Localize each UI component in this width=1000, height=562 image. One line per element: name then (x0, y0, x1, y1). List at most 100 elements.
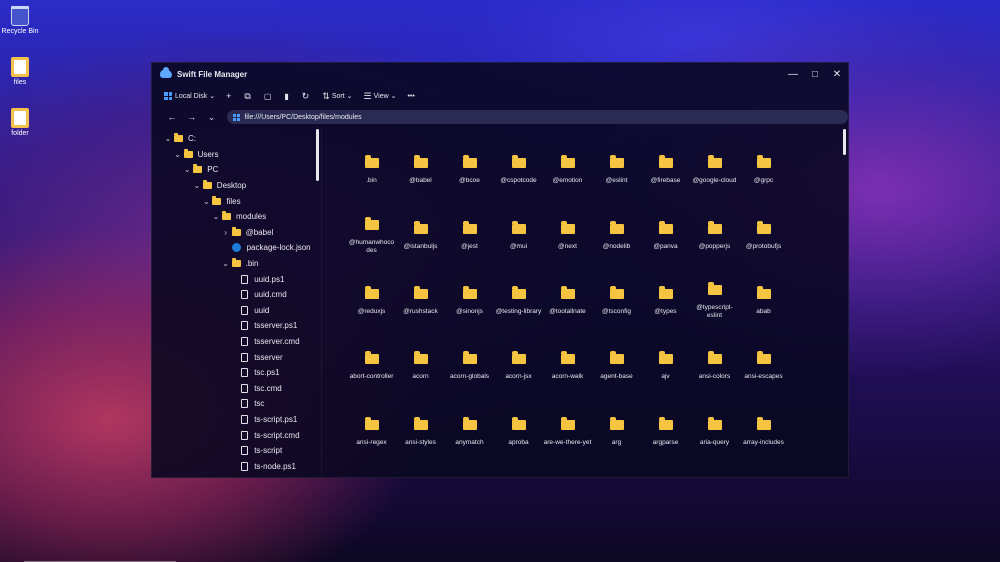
folder-item[interactable]: @typescript-eslint (690, 270, 739, 335)
folder-item[interactable]: acorn-walk (543, 335, 592, 400)
folder-item[interactable]: @tsconfig (592, 270, 641, 335)
folder-item[interactable]: @testing-library (494, 270, 543, 335)
paste-button[interactable]: ▢ (264, 92, 274, 101)
tree-node[interactable]: ⌄ Users (152, 147, 321, 163)
tree-node[interactable]: ⌄ files (152, 193, 321, 209)
back-button[interactable]: ← (162, 112, 182, 122)
view-dropdown[interactable]: ☰ View ⌄ (364, 91, 397, 102)
tree-node[interactable]: uuid (152, 303, 321, 319)
folder-item[interactable]: @types (641, 270, 690, 335)
desktop-icon-files[interactable]: files (0, 57, 40, 86)
sort-dropdown[interactable]: ⇅ Sort ⌄ (322, 91, 352, 102)
folder-item[interactable] (445, 466, 494, 477)
tree-node[interactable]: ts-node.ps1 (152, 458, 321, 474)
tree-node[interactable]: ⌄ C: (152, 131, 321, 147)
folder-item[interactable]: @jest (445, 204, 494, 269)
tree-node[interactable]: ts-script.cmd (152, 427, 321, 443)
folder-item[interactable] (396, 466, 445, 477)
folder-item[interactable] (739, 466, 788, 477)
tree-node[interactable]: tsc (152, 396, 321, 412)
folder-item[interactable]: @emotion (543, 139, 592, 204)
new-button[interactable]: + (226, 91, 233, 101)
folder-item[interactable]: aproba (494, 401, 543, 466)
tree-scrollbar[interactable] (316, 129, 319, 181)
folder-item[interactable]: ajv (641, 335, 690, 400)
folder-item[interactable]: ansi-colors (690, 335, 739, 400)
more-button[interactable]: ••• (407, 93, 416, 100)
folder-item[interactable]: @istanbuljs (396, 204, 445, 269)
forward-button[interactable]: → (182, 112, 202, 122)
folder-item[interactable]: anymatch (445, 401, 494, 466)
folder-item[interactable]: @bcoe (445, 139, 494, 204)
folder-item[interactable]: agent-base (592, 335, 641, 400)
tree-node[interactable]: ⌄ PC (152, 162, 321, 178)
chevron-icon[interactable]: ⌄ (220, 259, 232, 268)
tree-node[interactable]: tsserver.cmd (152, 334, 321, 350)
chevron-icon[interactable]: ⌄ (200, 197, 212, 206)
folder-item[interactable]: aria-query (690, 401, 739, 466)
folder-item[interactable]: @grpc (739, 139, 788, 204)
folder-item[interactable] (641, 466, 690, 477)
close-button[interactable]: ✕ (826, 63, 848, 85)
chevron-icon[interactable]: ⌄ (191, 181, 203, 190)
tree-node[interactable]: ⌄ modules (152, 209, 321, 225)
folder-item[interactable] (690, 466, 739, 477)
folder-item[interactable]: acorn (396, 335, 445, 400)
folder-item[interactable]: @popperjs (690, 204, 739, 269)
folder-item[interactable] (592, 466, 641, 477)
tree-node[interactable]: tsserver.ps1 (152, 318, 321, 334)
folder-item[interactable]: abab (739, 270, 788, 335)
folder-item[interactable]: @firebase (641, 139, 690, 204)
folder-item[interactable]: array-includes (739, 401, 788, 466)
folder-item[interactable]: @google-cloud (690, 139, 739, 204)
tree-node[interactable]: tsc.cmd (152, 381, 321, 397)
tree-node[interactable]: › @babel (152, 225, 321, 241)
folder-item[interactable]: @rushstack (396, 270, 445, 335)
folder-item[interactable]: @eslint (592, 139, 641, 204)
tree-node[interactable]: uuid.cmd (152, 287, 321, 303)
folder-item[interactable]: @sinonjs (445, 270, 494, 335)
folder-item[interactable]: @nodelib (592, 204, 641, 269)
address-bar[interactable]: file:///Users/PC/Desktop/files/modules (227, 110, 848, 124)
folder-item[interactable]: @mui (494, 204, 543, 269)
tree-node[interactable]: tsc.ps1 (152, 365, 321, 381)
chevron-icon[interactable]: › (220, 228, 232, 237)
folder-item[interactable]: @protobufjs (739, 204, 788, 269)
folder-item[interactable]: arg (592, 401, 641, 466)
tree-node[interactable]: ⌄ .bin (152, 256, 321, 272)
folder-item[interactable]: @humanwhocodes (347, 204, 396, 269)
chevron-icon[interactable]: ⌄ (162, 134, 174, 143)
folder-item[interactable]: acorn-globals (445, 335, 494, 400)
tree-node[interactable]: ⌄ Desktop (152, 178, 321, 194)
tree-node[interactable]: ts-script (152, 443, 321, 459)
folder-item[interactable]: ansi-styles (396, 401, 445, 466)
refresh-button[interactable]: ↻ (302, 91, 312, 102)
folder-item[interactable]: .bin (347, 139, 396, 204)
desktop-icon-recycle-bin[interactable]: Recycle Bin (0, 6, 40, 35)
folder-item[interactable]: are-we-there-yet (543, 401, 592, 466)
folder-item[interactable]: abort-controller (347, 335, 396, 400)
minimize-button[interactable]: — (782, 63, 804, 85)
folder-item[interactable]: @next (543, 204, 592, 269)
tree-node[interactable]: ts-script.ps1 (152, 412, 321, 428)
folder-item[interactable] (494, 466, 543, 477)
tree-node[interactable]: uuid.ps1 (152, 271, 321, 287)
folder-item[interactable]: @reduxjs (347, 270, 396, 335)
folder-item[interactable]: @cspotcode (494, 139, 543, 204)
folder-item[interactable]: ansi-regex (347, 401, 396, 466)
tree-node[interactable]: package-lock.json (152, 240, 321, 256)
folder-item[interactable]: argparse (641, 401, 690, 466)
history-button[interactable]: ⌄ (202, 112, 222, 123)
tree-node[interactable]: tsserver (152, 349, 321, 365)
folder-item[interactable]: @babel (396, 139, 445, 204)
grid-scrollbar[interactable] (843, 129, 846, 155)
delete-button[interactable]: ▮ (284, 92, 290, 101)
folder-item[interactable]: acorn-jsx (494, 335, 543, 400)
folder-item[interactable] (347, 466, 396, 477)
folder-item[interactable]: ansi-escapes (739, 335, 788, 400)
chevron-icon[interactable]: ⌄ (181, 165, 193, 174)
drive-dropdown[interactable]: Local Disk ⌄ (164, 92, 215, 100)
desktop-icon-folder[interactable]: folder (0, 108, 40, 137)
chevron-icon[interactable]: ⌄ (210, 212, 222, 221)
folder-item[interactable]: @panva (641, 204, 690, 269)
